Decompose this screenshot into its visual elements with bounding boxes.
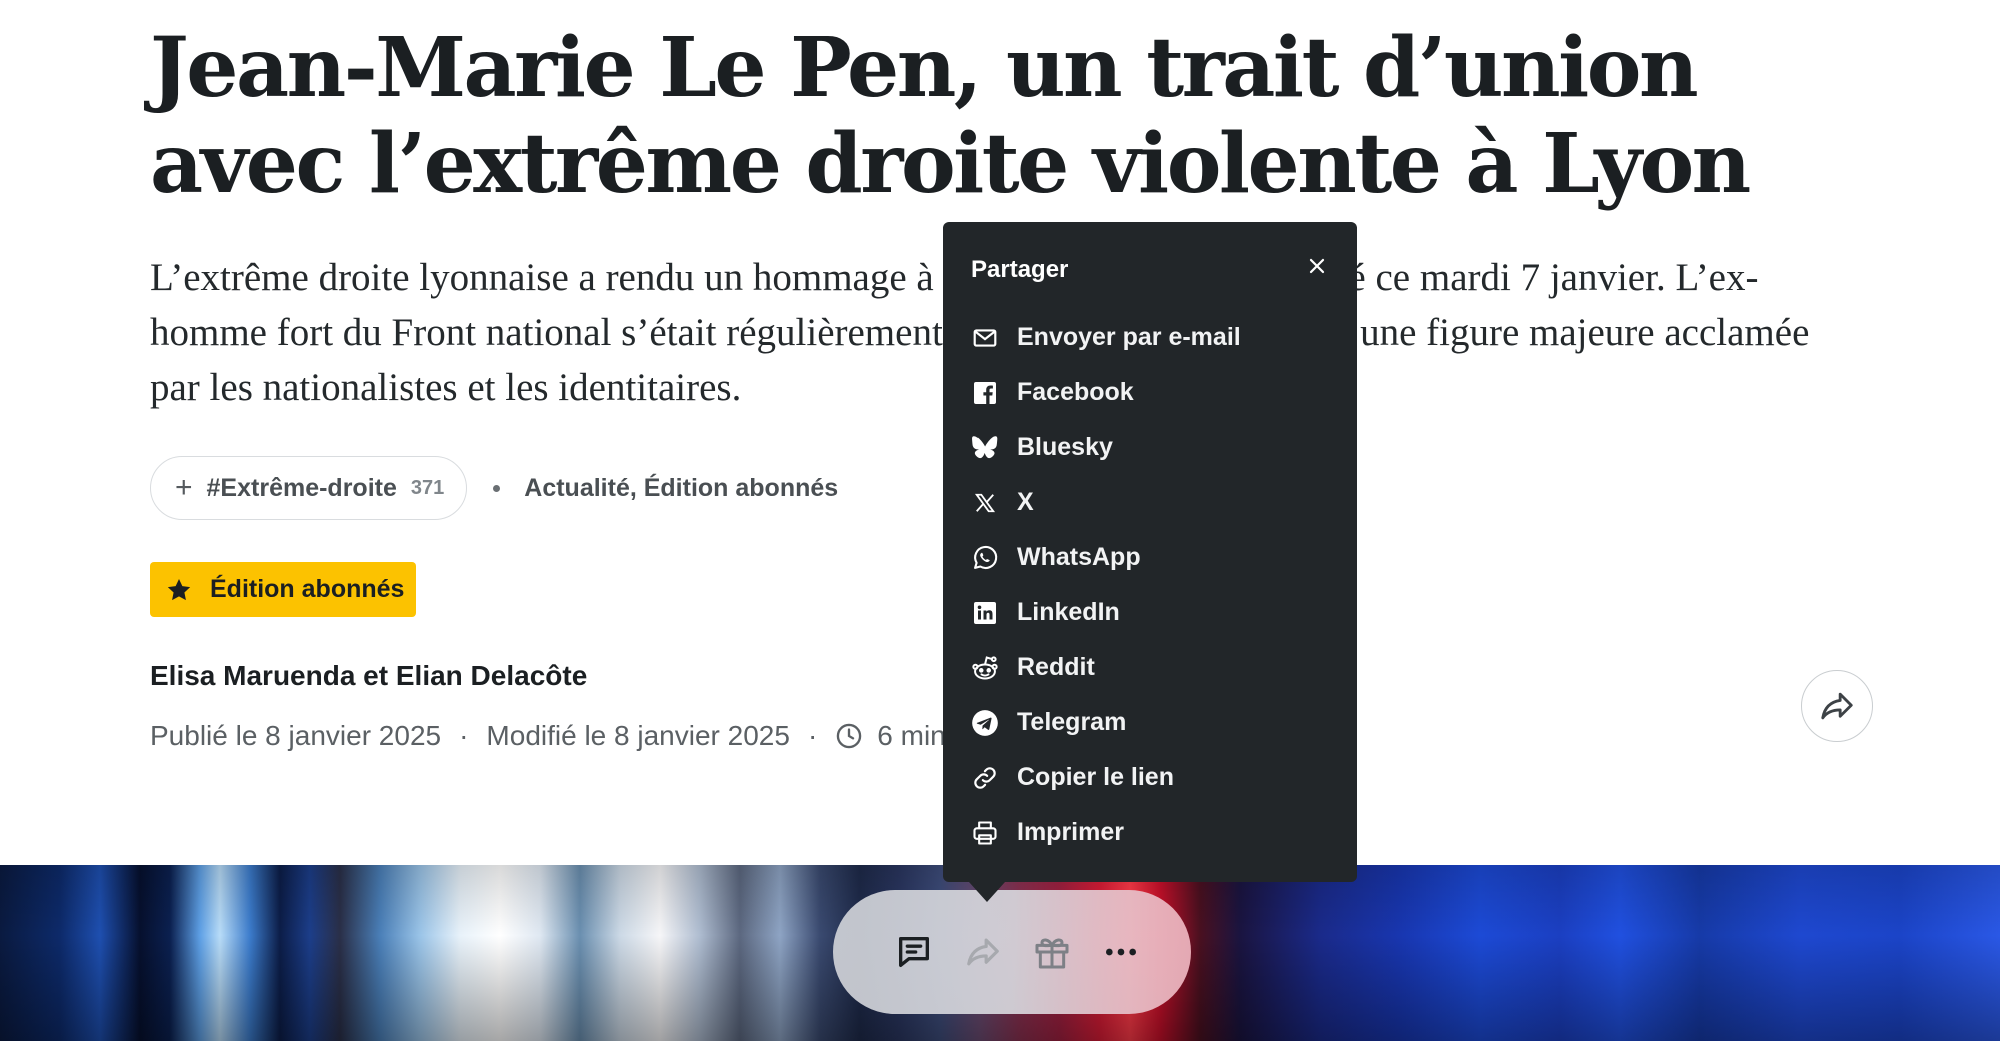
- article-meta: Publié le 8 janvier 2025 · Modifié le 8 …: [150, 716, 946, 756]
- meta-separator: ·: [459, 720, 469, 751]
- share-bluesky-option[interactable]: Bluesky: [971, 420, 1331, 475]
- share-icon[interactable]: [957, 926, 1009, 978]
- badge-label: Édition abonnés: [210, 575, 405, 603]
- share-popup: Partager Envoyer par e-mail Facebook Blu…: [943, 222, 1357, 902]
- share-arrow-icon: [1821, 692, 1853, 720]
- mail-icon: [971, 324, 999, 352]
- gift-icon[interactable]: [1026, 926, 1078, 978]
- telegram-icon: [971, 709, 999, 737]
- share-option-label: Imprimer: [1017, 818, 1124, 846]
- share-option-label: X: [1017, 488, 1034, 516]
- article-authors[interactable]: Elisa Maruenda et Elian Delacôte: [150, 660, 587, 692]
- follow-tag-button[interactable]: + #Extrême-droite 371: [150, 456, 468, 520]
- share-print-option[interactable]: Imprimer: [971, 805, 1331, 860]
- star-icon: [167, 578, 191, 600]
- share-option-label: Reddit: [1017, 653, 1095, 681]
- popup-pointer: [969, 882, 1005, 902]
- linkedin-icon: [971, 599, 999, 627]
- share-button[interactable]: [1801, 670, 1873, 742]
- meta-separator: ·: [807, 720, 818, 751]
- x-icon: [971, 489, 999, 517]
- share-x-option[interactable]: X: [971, 475, 1331, 530]
- clock-icon: [837, 723, 862, 749]
- share-email-option[interactable]: Envoyer par e-mail: [971, 310, 1331, 365]
- tag-count: 371: [410, 476, 445, 499]
- close-icon[interactable]: [1299, 248, 1335, 284]
- comment-icon[interactable]: [888, 926, 940, 978]
- popup-title: Partager: [971, 256, 1069, 283]
- whatsapp-icon: [971, 544, 999, 572]
- subscriber-badge: Édition abonnés: [150, 562, 416, 617]
- share-copy-link-option[interactable]: Copier le lien: [971, 750, 1331, 805]
- share-option-label: Telegram: [1017, 708, 1127, 736]
- share-telegram-option[interactable]: Telegram: [971, 695, 1331, 750]
- share-linkedin-option[interactable]: LinkedIn: [971, 585, 1331, 640]
- modified-date: Modifié le 8 janvier 2025: [486, 720, 790, 751]
- share-option-label: WhatsApp: [1017, 543, 1141, 571]
- share-option-label: Envoyer par e-mail: [1017, 323, 1241, 351]
- bullet-separator: [493, 484, 501, 492]
- share-facebook-option[interactable]: Facebook: [971, 365, 1331, 420]
- printer-icon: [971, 819, 999, 847]
- tags-row: + #Extrême-droite 371 Actualité, Édition…: [150, 456, 838, 520]
- reddit-icon: [971, 654, 999, 682]
- share-reddit-option[interactable]: Reddit: [971, 640, 1331, 695]
- facebook-icon: [971, 379, 999, 407]
- share-whatsapp-option[interactable]: WhatsApp: [971, 530, 1331, 585]
- rubric-links[interactable]: Actualité, Édition abonnés: [524, 474, 838, 503]
- share-option-label: LinkedIn: [1017, 598, 1120, 626]
- floating-toolbar: [833, 890, 1191, 1014]
- tag-name: #Extrême-droite: [206, 473, 397, 502]
- reading-time: 6 min: [877, 720, 946, 751]
- published-date: Publié le 8 janvier 2025: [150, 720, 442, 751]
- article-title: Jean-Marie Le Pen, un trait d’union avec…: [150, 20, 1751, 212]
- article-page: Jean-Marie Le Pen, un trait d’union avec…: [0, 0, 2000, 1041]
- share-option-label: Copier le lien: [1017, 763, 1174, 791]
- more-icon[interactable]: [1095, 926, 1147, 978]
- share-options-list: Envoyer par e-mail Facebook Bluesky X Wh…: [971, 310, 1331, 860]
- bluesky-icon: [971, 434, 999, 462]
- plus-icon: +: [175, 471, 193, 504]
- share-option-label: Facebook: [1017, 378, 1134, 406]
- link-icon: [971, 764, 999, 792]
- share-option-label: Bluesky: [1017, 433, 1113, 461]
